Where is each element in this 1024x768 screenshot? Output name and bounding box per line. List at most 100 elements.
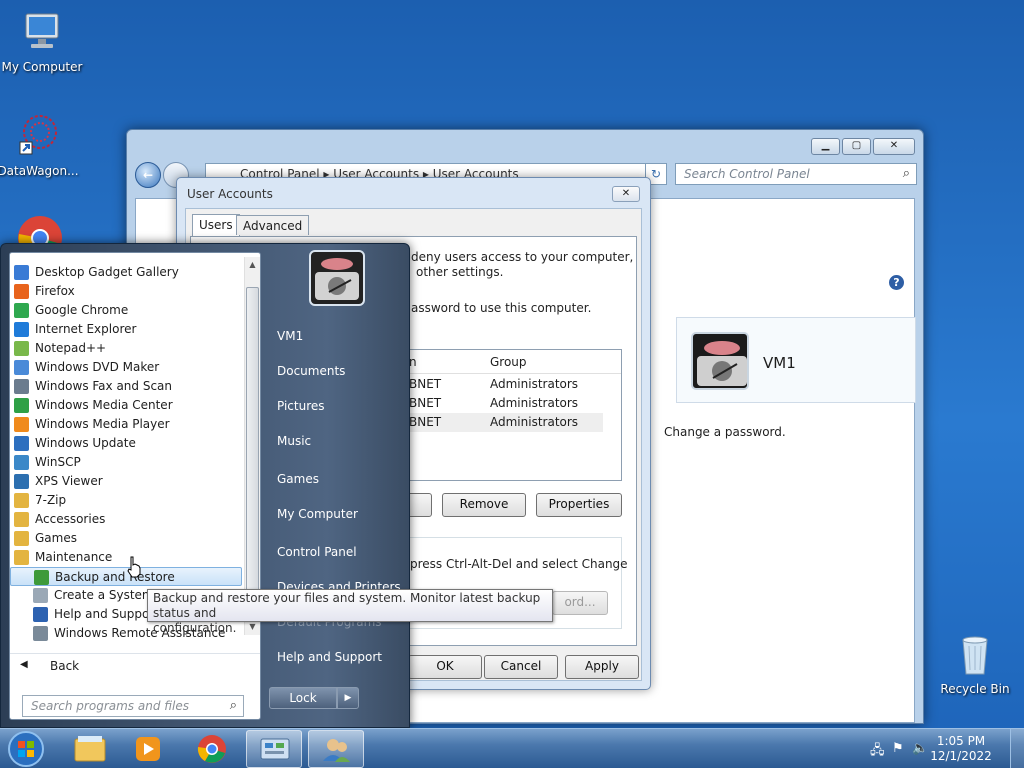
column-header[interactable]: Group [490,355,527,369]
tab-advanced[interactable]: Advanced [236,215,310,235]
taskbar-user-accounts-icon[interactable] [308,730,364,768]
program-label: Windows Media Center [35,398,173,412]
apply-button[interactable]: Apply [565,655,639,679]
user-group: Administrators [490,415,579,429]
folder-icon [14,512,29,527]
chrome-desktop-icon[interactable] [16,214,64,244]
remote-assist-icon [33,626,48,641]
minimize-button[interactable]: ▁ [811,138,840,155]
start-item-documents[interactable]: Documents [277,364,345,378]
all-programs-panel: Desktop Gadget Gallery Firefox Google Chro… [9,252,261,720]
program-item[interactable]: 7-Zip [10,491,242,510]
program-label: Windows Fax and Scan [35,379,173,393]
dvd-maker-icon [14,360,29,375]
program-item[interactable]: Windows DVD Maker [10,358,242,377]
start-item-help-support[interactable]: Help and Support [277,650,382,664]
winscp-icon [14,455,29,470]
program-item[interactable]: Internet Explorer [10,320,242,339]
program-label: Desktop Gadget Gallery [35,265,179,279]
desktop-icon-recycle-bin[interactable]: Recycle Bin [933,630,1017,696]
desktop-icon-label: Recycle Bin [940,682,1010,696]
remove-button[interactable]: Remove [442,493,526,517]
intro-text: other settings. [416,265,504,279]
programs-scrollbar[interactable]: ▲ ▼ [244,257,260,635]
desktop-icon-my-computer[interactable]: My Computer [0,8,84,74]
reset-password-button[interactable]: ord... [552,591,608,615]
chrome-icon [14,303,29,318]
scroll-up-arrow-icon[interactable]: ▲ [245,257,260,273]
program-item[interactable]: WinSCP [10,453,242,472]
program-label: Maintenance [35,550,113,564]
start-item-my-computer[interactable]: My Computer [277,507,358,521]
action-center-icon[interactable]: ⚑ [892,741,904,756]
desktop-icon-datawagon[interactable]: DataWagon... [0,112,80,178]
back-button[interactable]: ◀ Back [10,653,260,677]
cancel-button[interactable]: Cancel [484,655,558,679]
user-group: Administrators [490,396,579,410]
dialog-title: User Accounts [187,187,273,201]
properties-button[interactable]: Properties [536,493,622,517]
tooltip-line: Backup and restore your files and system… [153,591,541,620]
taskbar-chrome-icon[interactable] [184,730,240,768]
disc-icon [33,588,48,603]
user-name: BNET [409,415,442,429]
program-item[interactable]: XPS Viewer [10,472,242,491]
intro-text: deny users access to your computer, [411,250,634,264]
maximize-button[interactable]: ▢ [842,138,871,155]
tooltip: Backup and restore your files and system… [147,589,553,635]
lock-button[interactable]: Lock [269,687,337,709]
back-label: Back [50,659,80,673]
show-desktop-button[interactable] [1010,729,1024,768]
xps-icon [14,474,29,489]
datawagon-icon [14,112,62,160]
search-icon[interactable]: ⌕ [230,698,237,713]
ie-icon [14,322,29,337]
ok-button[interactable]: OK [408,655,482,679]
change-password-link[interactable]: Change a password. [664,425,786,439]
start-item-pictures[interactable]: Pictures [277,399,325,413]
program-item[interactable]: Windows Media Player [10,415,242,434]
start-orb-icon[interactable] [4,729,48,768]
scroll-thumb[interactable] [246,287,259,607]
desktop-icon-label: My Computer [1,60,83,74]
start-item-games[interactable]: Games [277,472,319,486]
clock[interactable]: 1:05 PM 12/1/2022 [926,734,996,764]
program-item[interactable]: Windows Update [10,434,242,453]
program-item[interactable]: Windows Fax and Scan [10,377,242,396]
help-icon[interactable]: ? [889,275,904,290]
start-search-input[interactable]: Search programs and files ⌕ [22,695,244,717]
gadget-icon [14,265,29,280]
user-picture[interactable] [309,250,365,306]
taskbar-control-panel-icon[interactable] [246,730,302,768]
shutdown-options-arrow-icon[interactable]: ▶ [337,687,359,709]
program-label: Google Chrome [35,303,129,317]
start-item-control-panel[interactable]: Control Panel [277,545,357,559]
tab-users[interactable]: Users [192,214,240,236]
program-item[interactable]: Desktop Gadget Gallery [10,263,242,282]
user-name: BNET [409,377,442,391]
start-item-vm1[interactable]: VM1 [277,329,303,343]
search-placeholder: Search Control Panel [684,167,810,181]
back-arrow-icon: ◀ [20,659,28,670]
taskbar-media-player-icon[interactable] [120,730,176,768]
program-item[interactable]: Google Chrome [10,301,242,320]
search-icon[interactable]: ⌕ [903,166,910,181]
program-label: Games [35,531,77,545]
media-center-icon [14,398,29,413]
help-icon [33,607,48,622]
control-panel-search-input[interactable]: Search Control Panel ⌕ [675,163,917,185]
network-icon[interactable]: 🖧 [870,741,885,763]
dialog-close-button[interactable]: ✕ [612,186,640,202]
close-button[interactable]: ✕ [873,138,915,155]
tooltip-line: configuration. [153,621,237,635]
program-item[interactable]: Windows Media Center [10,396,242,415]
start-item-music[interactable]: Music [277,434,311,448]
back-arrow-button[interactable]: ← [135,162,161,188]
program-item[interactable]: Notepad++ [10,339,242,358]
clock-date: 12/1/2022 [930,749,992,763]
taskbar-explorer-icon[interactable] [62,730,118,768]
program-item[interactable]: Firefox [10,282,242,301]
program-item[interactable]: Games [10,529,242,548]
program-item[interactable]: Accessories [10,510,242,529]
clock-time: 1:05 PM [936,734,986,748]
